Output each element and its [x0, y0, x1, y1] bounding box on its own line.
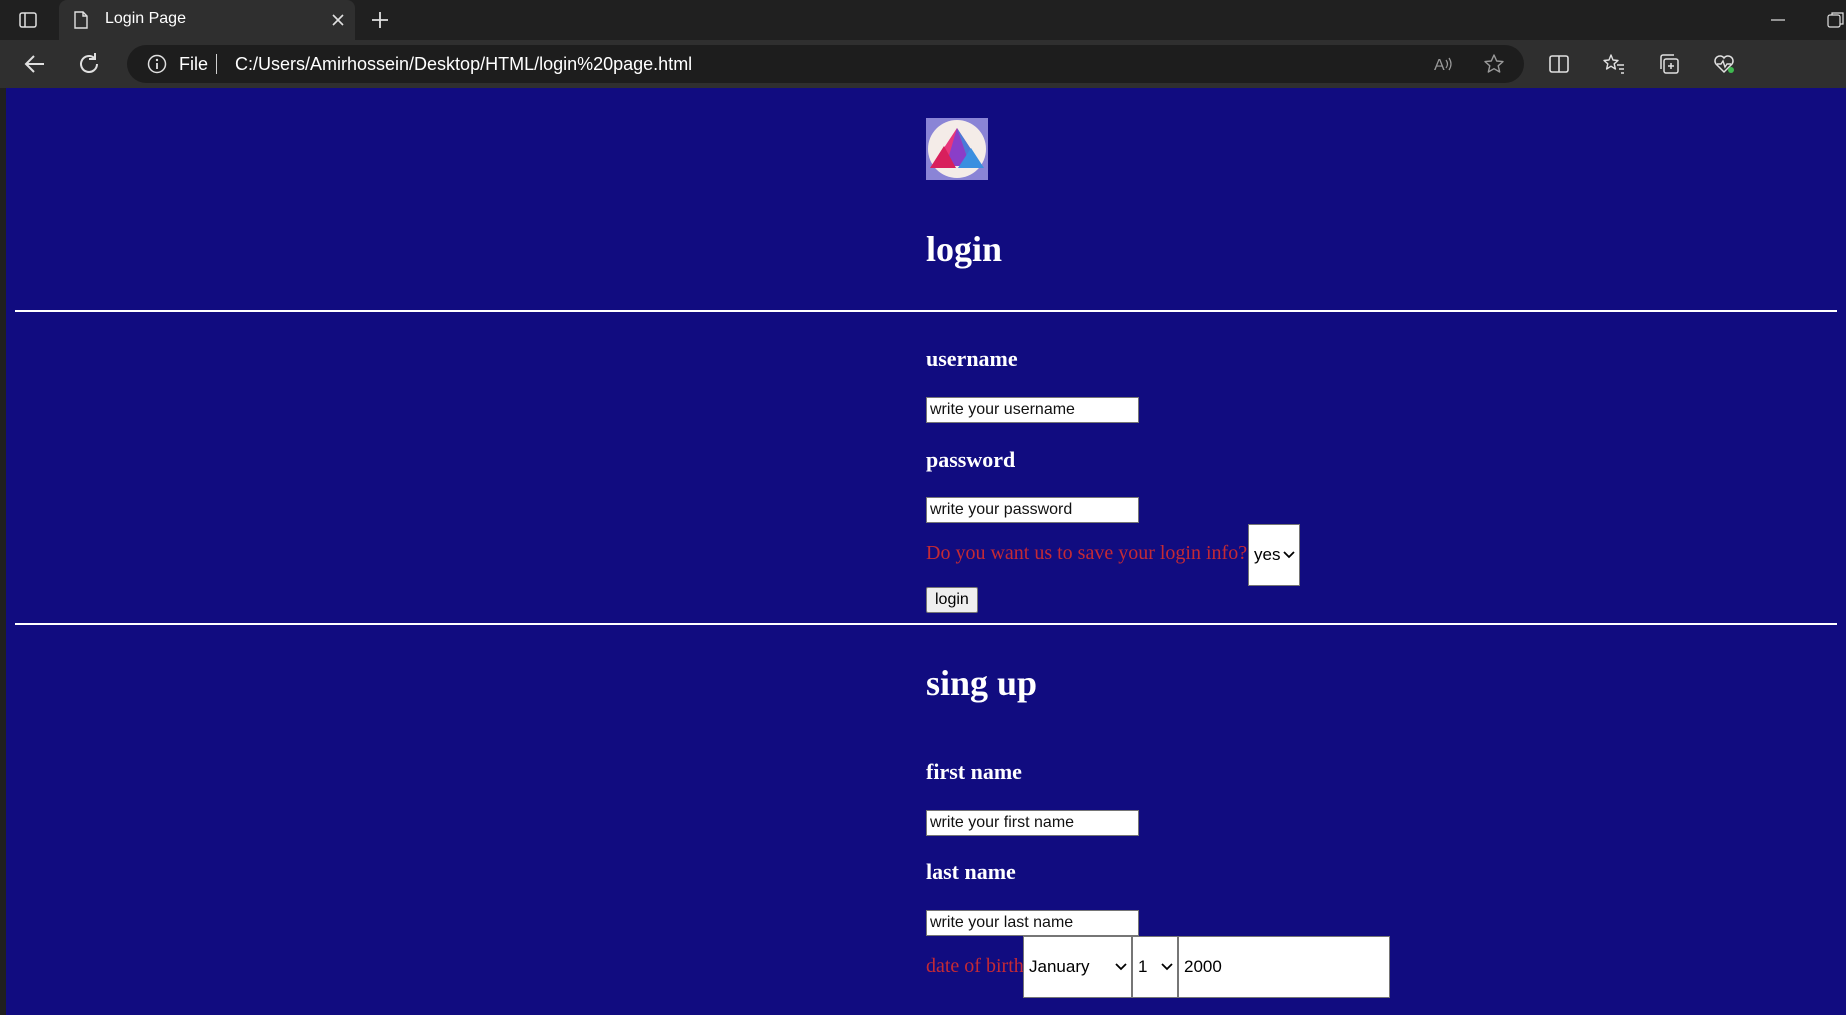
- username-input[interactable]: [926, 397, 1139, 423]
- chevron-down-icon: [1115, 963, 1127, 971]
- tab-title: Login Page: [105, 10, 186, 27]
- browser-tab-bar: Login Page: [0, 0, 1846, 40]
- first-name-input[interactable]: [926, 810, 1139, 836]
- username-label: username: [926, 346, 1018, 371]
- dob-month-select[interactable]: January: [1023, 936, 1132, 998]
- close-tab-icon[interactable]: [329, 11, 347, 29]
- mountain-logo-icon: [926, 118, 988, 180]
- dob-year-value: 2000: [1184, 957, 1222, 976]
- url-text[interactable]: C:/Users/Amirhossein/Desktop/HTML/login%…: [235, 54, 692, 75]
- page-icon: [74, 11, 88, 29]
- dob-day-value: 1: [1138, 957, 1148, 976]
- svg-text:A: A: [1434, 57, 1445, 74]
- chevron-down-icon: [1161, 963, 1173, 971]
- address-scheme-label: File: [179, 54, 209, 74]
- refresh-icon[interactable]: [76, 51, 102, 77]
- dob-year-input[interactable]: 2000: [1178, 936, 1390, 998]
- first-name-label: first name: [926, 759, 1022, 784]
- last-name-input[interactable]: [926, 910, 1139, 936]
- password-label: password: [926, 447, 1016, 472]
- page-body: login username password Do you want us t…: [6, 88, 1846, 1015]
- divider-middle: [15, 623, 1837, 625]
- login-button[interactable]: login: [926, 587, 978, 613]
- browser-essentials-icon[interactable]: [1712, 52, 1736, 76]
- back-arrow-icon[interactable]: [22, 51, 48, 77]
- split-screen-icon[interactable]: [1547, 52, 1571, 76]
- divider-top: [15, 310, 1837, 312]
- collections-icon[interactable]: [1657, 52, 1681, 76]
- dob-day-select[interactable]: 1: [1132, 936, 1178, 998]
- address-separator: [216, 54, 217, 74]
- last-name-label: last name: [926, 859, 1016, 884]
- favorite-star-icon[interactable]: [1483, 53, 1505, 75]
- minimize-window-icon[interactable]: [1770, 10, 1786, 30]
- date-of-birth-label: date of birth: [926, 955, 1024, 977]
- save-login-question: Do you want us to save your login info?: [926, 542, 1248, 564]
- browser-tab-active[interactable]: Login Page: [59, 0, 355, 40]
- dob-month-value: January: [1029, 957, 1090, 976]
- info-icon[interactable]: [147, 54, 167, 74]
- password-input[interactable]: [926, 497, 1139, 523]
- read-aloud-icon[interactable]: A: [1433, 54, 1455, 74]
- address-bar[interactable]: File C:/Users/Amirhossein/Desktop/HTML/l…: [127, 45, 1524, 83]
- save-login-selected-value: yes: [1254, 545, 1281, 564]
- new-tab-icon[interactable]: [369, 9, 391, 31]
- favorites-icon[interactable]: [1602, 52, 1626, 76]
- save-login-select[interactable]: yes: [1248, 524, 1300, 586]
- chevron-down-icon: [1283, 551, 1295, 559]
- browser-toolbar: File C:/Users/Amirhossein/Desktop/HTML/l…: [0, 40, 1846, 120]
- restore-window-icon[interactable]: [1826, 10, 1846, 30]
- signup-heading: sing up: [926, 663, 1038, 703]
- login-heading: login: [926, 229, 1003, 269]
- tab-actions-icon[interactable]: [18, 10, 38, 30]
